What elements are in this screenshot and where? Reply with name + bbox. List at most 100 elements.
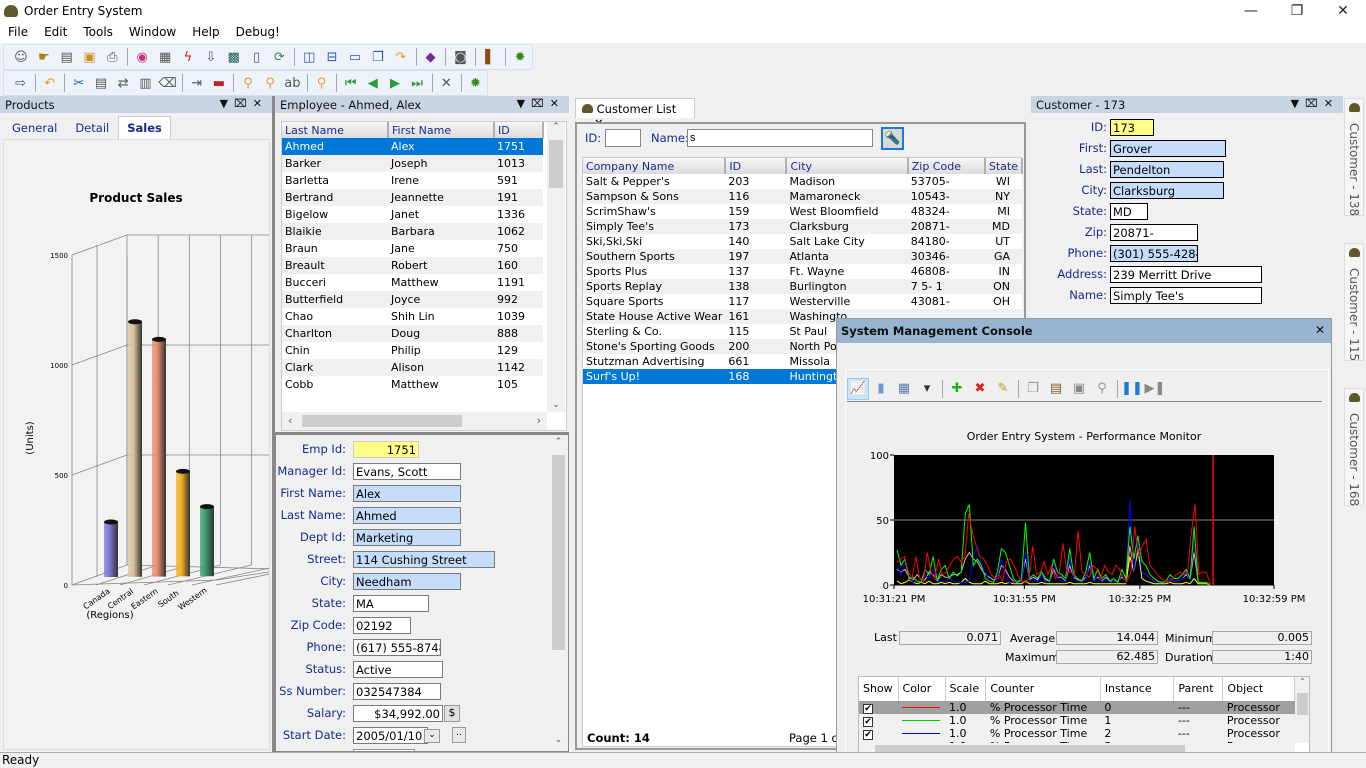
close-button[interactable]: ✕ xyxy=(1320,0,1366,23)
side-tab-customer[interactable]: Customer - 115 xyxy=(1344,243,1364,361)
first-name-field[interactable]: Alex xyxy=(353,485,461,502)
freeze-button[interactable]: ❚❚ xyxy=(1121,378,1143,400)
panel-menu-icon[interactable]: ▼ xyxy=(517,97,531,110)
customer-field-zip[interactable]: 20871- xyxy=(1110,224,1198,241)
dept-id-field[interactable]: Marketing xyxy=(353,529,461,546)
menu-edit[interactable]: Edit xyxy=(36,23,75,41)
refresh-search-button[interactable]: ⟳ xyxy=(268,46,290,68)
update-button[interactable]: ▶❚ xyxy=(1144,378,1166,400)
eraser-button[interactable]: ⌫ xyxy=(157,72,178,94)
paste-special-button[interactable]: ⇄ xyxy=(113,72,134,94)
customer-field-phone[interactable]: (301) 555-4284 xyxy=(1110,245,1198,262)
ss-field[interactable]: 032547384 xyxy=(353,683,441,700)
col-state[interactable]: State xyxy=(984,158,1024,174)
show-checkbox[interactable]: ✔ xyxy=(863,703,873,714)
date-picker-button[interactable]: .. xyxy=(452,727,466,743)
box-select-button[interactable]: ▣ xyxy=(79,46,101,68)
scroll-thumb[interactable] xyxy=(1297,693,1308,715)
disconnect-button[interactable]: ⇨ xyxy=(10,72,31,94)
counter-row[interactable]: ✔ 1.0 % Processor Time 2 --- Processor xyxy=(859,727,1295,740)
replace-button[interactable]: ab xyxy=(282,72,303,94)
col-instance[interactable]: Instance xyxy=(1100,677,1175,701)
scroll-button[interactable]: ▯ xyxy=(246,46,268,68)
start-date-field[interactable]: 2005/01/10 xyxy=(353,727,428,744)
menu-file[interactable]: File xyxy=(0,23,36,41)
name-search-input[interactable] xyxy=(687,129,873,147)
customer-field-id[interactable]: 173 xyxy=(1110,119,1154,136)
table-row[interactable]: Braun Jane 750 xyxy=(282,240,543,257)
table-row[interactable]: Southern Sports 197 Atlanta 30346- GA xyxy=(583,249,1022,264)
col-counter[interactable]: Counter xyxy=(985,677,1101,701)
table-row[interactable]: Breault Robert 160 xyxy=(282,257,543,274)
tile-vertical-button[interactable]: ◫ xyxy=(298,46,320,68)
id-search-input[interactable] xyxy=(605,129,641,147)
restore-button[interactable]: ❐ xyxy=(1274,0,1320,23)
col-company-name[interactable]: Company Name xyxy=(583,158,727,174)
chart-view-button[interactable]: 📈 xyxy=(847,377,869,400)
pin-icon[interactable]: ⌧ xyxy=(234,97,253,110)
state-field[interactable]: MA xyxy=(353,595,429,612)
delete-counter-button[interactable]: ✖ xyxy=(969,378,991,400)
city-field[interactable]: Needham xyxy=(353,573,461,590)
exit-door-button[interactable]: ▌ xyxy=(479,46,501,68)
table-row[interactable]: ScrimShaw's 159 West Bloomfield 48324- MI xyxy=(583,204,1022,219)
bug-button[interactable]: ✹ xyxy=(509,46,531,68)
table-row[interactable]: Chao Shih Lin 1039 xyxy=(282,308,543,325)
col-city[interactable]: City xyxy=(786,158,909,174)
flashlight-button[interactable]: ⚲ xyxy=(237,72,258,94)
flashlight-multi-button[interactable]: ⚲ xyxy=(260,72,281,94)
col-show[interactable]: Show xyxy=(859,677,899,701)
delete-row-button[interactable]: ▬ xyxy=(208,72,229,94)
table-row[interactable]: Cobb Matthew 105 xyxy=(282,376,543,393)
next-record-button[interactable]: ▶ xyxy=(384,72,405,94)
salary-field[interactable]: $34,992.00 xyxy=(353,705,443,722)
first-record-button[interactable]: ⏮ xyxy=(340,72,361,94)
side-tab-customer[interactable]: Customer - 138 xyxy=(1344,98,1364,216)
close-icon[interactable]: ✕ xyxy=(253,97,268,110)
panel-menu-icon[interactable]: ▼ xyxy=(220,97,234,110)
histogram-button[interactable]: ▮ xyxy=(870,378,892,400)
tab-general[interactable]: General xyxy=(3,116,66,140)
customer-field-name[interactable]: Simply Tee's xyxy=(1110,287,1262,304)
customer-field-address[interactable]: 239 Merritt Drive xyxy=(1110,266,1262,283)
table-row[interactable]: Sports Plus 137 Ft. Wayne 46808- IN xyxy=(583,264,1022,279)
col-parent[interactable]: Parent xyxy=(1173,677,1224,701)
col-id[interactable]: ID xyxy=(725,158,788,174)
copy-button[interactable]: ▤ xyxy=(90,72,111,94)
add-counter-button[interactable]: ✚ xyxy=(946,378,968,400)
table-row[interactable]: Bucceri Matthew 1191 xyxy=(282,274,543,291)
new-doc-button[interactable]: ▤ xyxy=(56,46,78,68)
paste-counter-button[interactable]: ▤ xyxy=(1045,378,1067,400)
customer-field-city[interactable]: Clarksburg xyxy=(1110,182,1224,199)
disk-download-button[interactable]: ⇩ xyxy=(200,46,222,68)
counter-row[interactable]: ✔ 1.0 % Processor Time 0 --- Processor xyxy=(859,701,1295,714)
minimize-button[interactable]: — xyxy=(1228,0,1274,23)
col-id[interactable]: ID xyxy=(494,122,544,138)
menu-window[interactable]: Window xyxy=(121,23,184,41)
lightning-button[interactable]: ϟ xyxy=(177,46,199,68)
table-row[interactable]: Square Sports 117 Westerville 43081- OH xyxy=(583,294,1022,309)
last-name-field[interactable]: Ahmed xyxy=(353,507,461,524)
close-x-button[interactable]: ✕ xyxy=(436,72,457,94)
panel-menu-icon[interactable]: ▼ xyxy=(1291,97,1305,110)
street-field[interactable]: 114 Cushing Street xyxy=(353,551,495,568)
zip-field[interactable]: 02192 xyxy=(353,617,411,634)
employee-grid-hscroll[interactable]: ‹ › xyxy=(282,412,547,430)
table-row[interactable]: Sports Replay 138 Burlington 7 5- 1 ON xyxy=(583,279,1022,294)
tile-horizontal-button[interactable]: ⊟ xyxy=(321,46,343,68)
phone-field[interactable]: (617) 555-8748 xyxy=(353,639,441,656)
col-last-name[interactable]: Last Name xyxy=(282,122,389,138)
table-row[interactable]: Charlton Doug 888 xyxy=(282,325,543,342)
col-first-name[interactable]: First Name xyxy=(388,122,495,138)
prev-record-button[interactable]: ◀ xyxy=(362,72,383,94)
table-row[interactable]: Clark Alison 1142 xyxy=(282,359,543,376)
printer-button[interactable]: ⎙ xyxy=(101,46,123,68)
salary-calculator-button[interactable]: $ xyxy=(444,705,460,722)
side-tab-customer[interactable]: Customer - 168 xyxy=(1344,388,1364,506)
col-color[interactable]: Color xyxy=(898,677,946,701)
table-row[interactable]: Blaikie Barbara 1062 xyxy=(282,223,543,240)
tab-detail[interactable]: Detail xyxy=(66,116,118,140)
properties-button[interactable]: ▣ xyxy=(1068,378,1090,400)
pin-icon[interactable]: ⌧ xyxy=(1305,97,1324,110)
table-row[interactable]: Sampson & Sons 116 Mamaroneck 10543- NY xyxy=(583,189,1022,204)
